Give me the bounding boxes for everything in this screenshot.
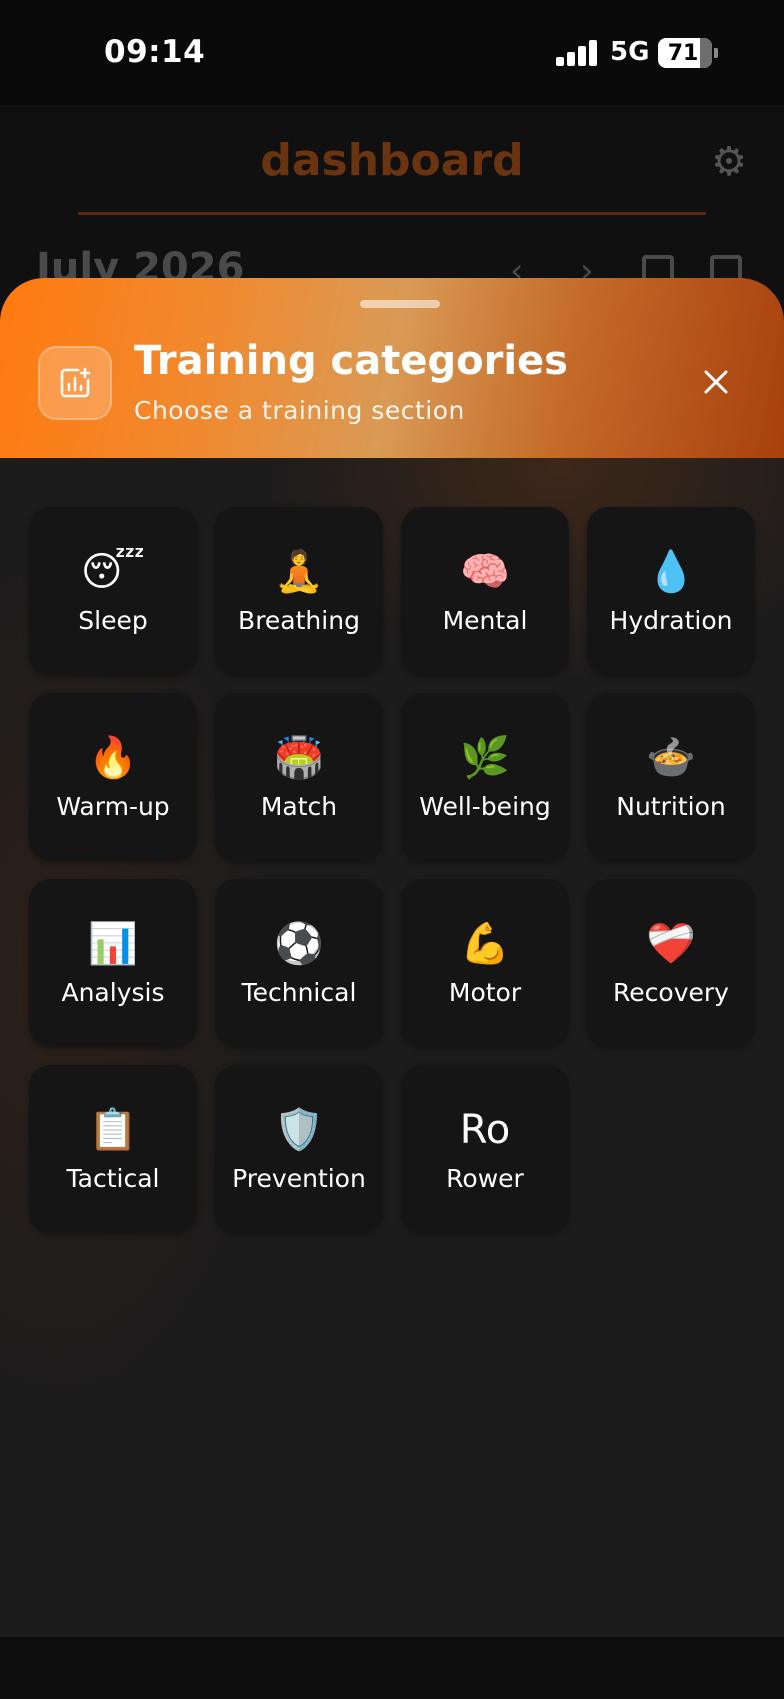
- category-label: Prevention: [232, 1163, 366, 1193]
- category-tile-motor[interactable]: 💪 Motor: [401, 879, 569, 1047]
- category-label: Mental: [442, 605, 528, 635]
- breathing-icon: 🧘: [274, 548, 324, 595]
- nutrition-icon: 🍲: [646, 734, 696, 781]
- category-label: Match: [260, 791, 338, 821]
- category-label: Recovery: [613, 977, 729, 1007]
- hydration-icon: 💧: [646, 548, 696, 595]
- category-tile-well-being[interactable]: 🌿 Well-being: [401, 693, 569, 861]
- category-tile-prevention[interactable]: 🛡️ Prevention: [215, 1065, 383, 1233]
- category-tile-breathing[interactable]: 🧘 Breathing: [215, 507, 383, 675]
- battery-level: 71: [667, 40, 699, 66]
- mental-icon: 🧠: [460, 548, 510, 595]
- bottom-bar: [0, 1637, 784, 1699]
- well-being-icon: 🌿: [460, 734, 510, 781]
- page-title: dashboard: [260, 135, 524, 186]
- category-label: Analysis: [61, 977, 165, 1007]
- category-tile-tactical[interactable]: 📋 Tactical: [29, 1065, 197, 1233]
- category-label: Rower: [446, 1163, 524, 1193]
- sheet-grabber[interactable]: [360, 300, 440, 308]
- battery-icon: 71: [658, 38, 718, 68]
- category-tile-recovery[interactable]: ❤️‍🩹 Recovery: [587, 879, 755, 1047]
- signal-icon: [556, 40, 598, 66]
- technical-icon: ⚽: [274, 920, 324, 967]
- category-tile-match[interactable]: 🏟️ Match: [215, 693, 383, 861]
- sheet-title: Training categories: [134, 338, 568, 384]
- sleep-icon: 😴: [80, 548, 146, 595]
- category-label: Warm-up: [56, 791, 170, 821]
- tactical-icon: 📋: [88, 1106, 138, 1153]
- status-bar: 09:14 5G 71: [0, 0, 784, 105]
- chart-add-icon: [38, 346, 112, 420]
- sheet-header: Training categories Choose a training se…: [0, 278, 784, 458]
- category-label: Breathing: [238, 605, 360, 635]
- prevention-icon: 🛡️: [274, 1106, 324, 1153]
- category-label: Sleep: [78, 605, 148, 635]
- gear-icon: ⚙: [711, 139, 747, 185]
- category-label: Well-being: [419, 791, 551, 821]
- title-divider: [78, 212, 706, 215]
- category-label: Tactical: [66, 1163, 160, 1193]
- category-tile-sleep[interactable]: 😴 Sleep: [29, 507, 197, 675]
- analysis-icon: 📊: [88, 920, 138, 967]
- motor-icon: 💪: [460, 920, 510, 967]
- recovery-icon: ❤️‍🩹: [646, 920, 696, 967]
- category-tile-hydration[interactable]: 💧 Hydration: [587, 507, 755, 675]
- close-icon: [704, 370, 728, 394]
- category-label: Nutrition: [616, 791, 726, 821]
- category-label: Hydration: [609, 605, 733, 635]
- category-tile-analysis[interactable]: 📊 Analysis: [29, 879, 197, 1047]
- network-type: 5G: [610, 37, 650, 67]
- category-grid: 😴 Sleep 🧘 Breathing 🧠 Mental 💧 Hydration 🔥 Warm-u…: [29, 507, 757, 1233]
- close-button[interactable]: [696, 362, 736, 402]
- status-time: 09:14: [104, 34, 206, 70]
- match-icon: 🏟️: [274, 734, 324, 781]
- category-tile-warm-up[interactable]: 🔥 Warm-up: [29, 693, 197, 861]
- category-label: Motor: [448, 977, 522, 1007]
- category-tile-technical[interactable]: ⚽ Technical: [215, 879, 383, 1047]
- category-tile-rower[interactable]: Ro Rower: [401, 1065, 569, 1233]
- sheet-subtitle: Choose a training section: [134, 396, 465, 425]
- warm-up-icon: 🔥: [88, 734, 138, 781]
- category-label: Technical: [241, 977, 357, 1007]
- rower-icon: Ro: [459, 1106, 511, 1153]
- category-tile-mental[interactable]: 🧠 Mental: [401, 507, 569, 675]
- category-tile-nutrition[interactable]: 🍲 Nutrition: [587, 693, 755, 861]
- training-categories-sheet: Training categories Choose a training se…: [0, 278, 784, 1638]
